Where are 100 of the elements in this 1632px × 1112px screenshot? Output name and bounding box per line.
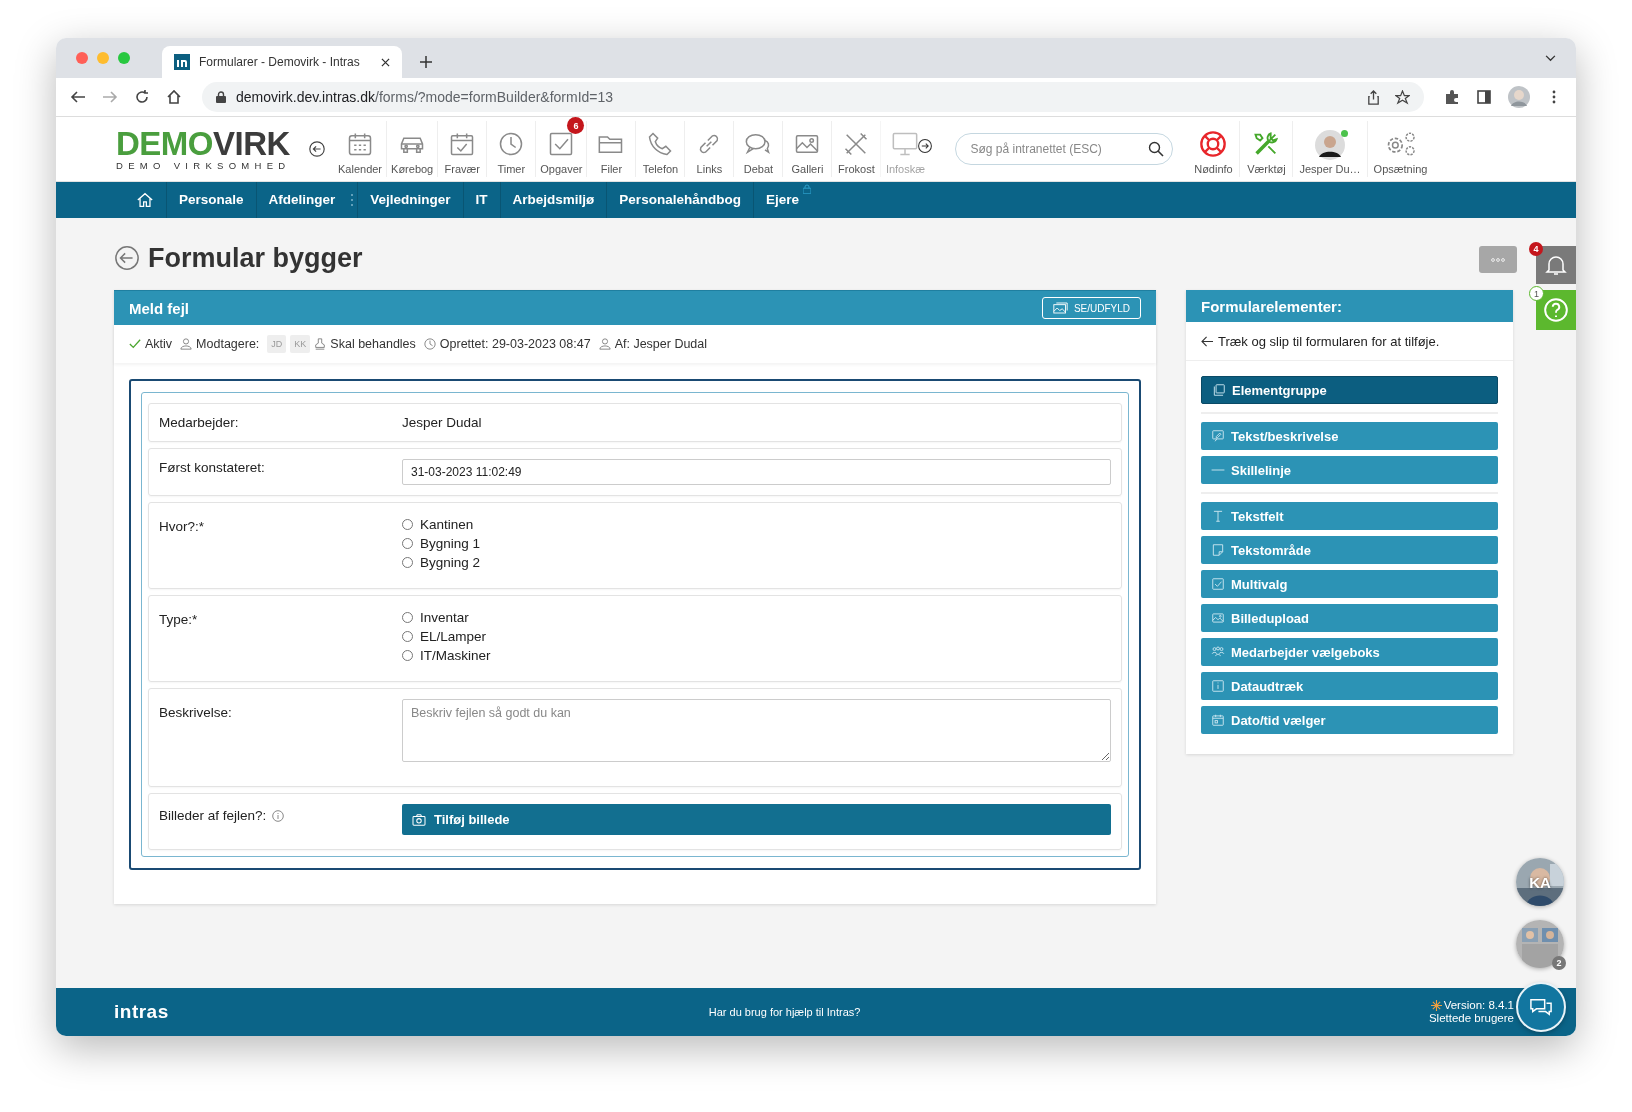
new-tab-icon[interactable]	[420, 56, 432, 68]
puzzle-icon[interactable]	[1444, 89, 1460, 105]
tool-shortcut[interactable]: Værktøj	[1239, 121, 1293, 177]
close-window-control[interactable]	[76, 52, 88, 64]
panel-title: Formularelementer:	[1201, 297, 1342, 315]
footer-logo[interactable]: intras	[114, 1001, 169, 1023]
form-element-item[interactable]: Skillelinje	[1201, 456, 1498, 484]
app-shortcut[interactable]: Fravær	[437, 121, 487, 177]
user-profile[interactable]: Jesper Du…	[1292, 121, 1367, 177]
field-label: Hvor?:*	[159, 519, 204, 534]
created-date: Oprettet: 29-03-2023 08:47	[439, 337, 591, 351]
check-icon	[129, 338, 141, 350]
image-icon	[1211, 611, 1225, 625]
arrow-left-circle-icon[interactable]	[308, 140, 326, 158]
checkbox-icon	[1211, 577, 1225, 591]
date-input-field[interactable]: 31-03-2023 11:02:49	[402, 459, 1111, 485]
star-icon[interactable]	[1395, 89, 1410, 105]
form-element-item[interactable]: Tekstfelt	[1201, 502, 1498, 530]
group-count-badge: 2	[1552, 956, 1566, 970]
address-bar[interactable]: demovirk.dev.intras.dk/forms/?mode=formBuilder&formId=13	[202, 82, 1424, 112]
view-fill-button[interactable]: SE/UDFYLD	[1041, 297, 1141, 319]
field-label: Først konstateret:	[159, 460, 265, 475]
back-icon[interactable]	[70, 89, 86, 105]
field-label: Type:*	[159, 612, 198, 627]
note-pencil-icon	[1211, 429, 1225, 443]
caret-icon[interactable]	[1545, 55, 1556, 62]
forward-icon[interactable]	[102, 89, 118, 105]
reload-icon[interactable]	[134, 89, 150, 105]
logo[interactable]: DEMOVIRK DEMO VIRKSOMHED	[116, 127, 292, 171]
tool-shortcut[interactable]: Nødinfo	[1187, 121, 1240, 177]
help-link[interactable]: Har du brug for hjælp til Intras?	[708, 1006, 861, 1018]
share-icon[interactable]	[1366, 89, 1381, 105]
sparkle-icon	[1430, 1000, 1442, 1011]
field-label: Beskrivelse:	[159, 705, 232, 720]
note-icon	[1211, 543, 1225, 557]
lifebuoy-icon	[1199, 130, 1228, 158]
clock-icon	[423, 338, 436, 350]
version-text: Version: 8.4.1	[1443, 999, 1514, 1012]
browser-tab[interactable]: Formularer - Demovirk - Intras	[162, 46, 402, 78]
stamp-icon	[314, 338, 327, 350]
settings-shortcut[interactable]: Opsætning	[1366, 121, 1434, 177]
app-shortcut[interactable]: Links	[684, 121, 734, 177]
app-shortcut[interactable]: Kørebog	[386, 121, 438, 177]
person-icon	[180, 338, 193, 350]
lock-icon	[216, 91, 226, 103]
form-element-item[interactable]: Dataudtræk	[1201, 672, 1498, 700]
description-field[interactable]: Beskriv fejlen så godt du kan	[402, 699, 1111, 762]
app-shortcut[interactable]: Telefon	[635, 121, 685, 177]
app-shortcut[interactable]: Filer	[586, 121, 636, 177]
chat-bubbles-icon	[1528, 996, 1554, 1018]
recipients-label: Modtagere:	[196, 337, 260, 351]
recipient-initials: KK	[290, 335, 311, 353]
radio-option[interactable]: IT/Maskiner	[402, 648, 1111, 663]
page-title: Formular bygger	[148, 242, 363, 274]
radio-option[interactable]: Bygning 1	[402, 536, 1111, 551]
monitor-icon	[891, 130, 920, 158]
form-element-item[interactable]: Tekstområde	[1201, 536, 1498, 564]
author: Af: Jesper Dudal	[614, 337, 708, 351]
calendar-icon	[1211, 713, 1225, 727]
help-icon	[1543, 297, 1569, 323]
help-button[interactable]	[1536, 290, 1576, 330]
drag-hint: Træk og slip til formularen for at tilføje.	[1218, 333, 1440, 349]
form-element-item[interactable]: Tekst/beskrivelse	[1201, 422, 1498, 450]
app-shortcut[interactable]: Timer	[486, 121, 536, 177]
sidebar-icon[interactable]	[1476, 89, 1492, 105]
form-element-item[interactable]: Billedupload	[1201, 604, 1498, 632]
chat-avatar[interactable]	[1516, 920, 1564, 968]
home-icon[interactable]	[166, 89, 182, 105]
app-shortcut[interactable]: Kalender	[334, 121, 387, 177]
form-element-item[interactable]: Elementgruppe	[1201, 376, 1498, 404]
camera-icon	[412, 813, 426, 826]
form-title: Meld fejl	[129, 299, 189, 317]
image-icon	[1052, 302, 1068, 314]
radio-option[interactable]: Inventar	[402, 610, 1111, 625]
form-element-item[interactable]: Dato/tid vælger	[1201, 706, 1498, 734]
add-image-button[interactable]: Tilføj billede	[402, 804, 1111, 835]
stacked-squares-icon	[1212, 383, 1226, 397]
bell-icon	[1544, 253, 1568, 277]
site-favicon-icon	[174, 54, 190, 70]
avatar-initials: KA	[1529, 873, 1551, 891]
app-shortcut[interactable]: Galleri	[782, 121, 832, 177]
person-icon	[598, 338, 611, 350]
radio-option[interactable]: EL/Lamper	[402, 629, 1111, 644]
deleted-users-link[interactable]: Slettede brugere	[1428, 1012, 1514, 1025]
app-shortcut[interactable]: Debat	[733, 121, 783, 177]
field-label: Billeder af fejlen?:	[159, 808, 267, 823]
radio-option[interactable]: Kantinen	[402, 517, 1111, 532]
form-element-item[interactable]: Multivalg	[1201, 570, 1498, 598]
notification-count-badge: 4	[1529, 242, 1543, 256]
search-icon	[1148, 141, 1165, 157]
form-element-item[interactable]: Medarbejder vælgeboks	[1201, 638, 1498, 666]
handling-status: Skal behandles	[330, 337, 416, 351]
app-shortcut[interactable]: Frokost	[831, 121, 881, 177]
info-icon[interactable]	[272, 810, 285, 822]
back-icon[interactable]	[114, 245, 140, 271]
app-shortcut[interactable]: Opgaver 6	[535, 121, 587, 177]
close-tab-icon[interactable]	[381, 57, 390, 67]
radio-option[interactable]: Bygning 2	[402, 555, 1111, 570]
search-field[interactable]: Søg på intranettet (ESC)	[955, 133, 1174, 165]
arrow-right-circle-icon[interactable]	[917, 138, 934, 154]
